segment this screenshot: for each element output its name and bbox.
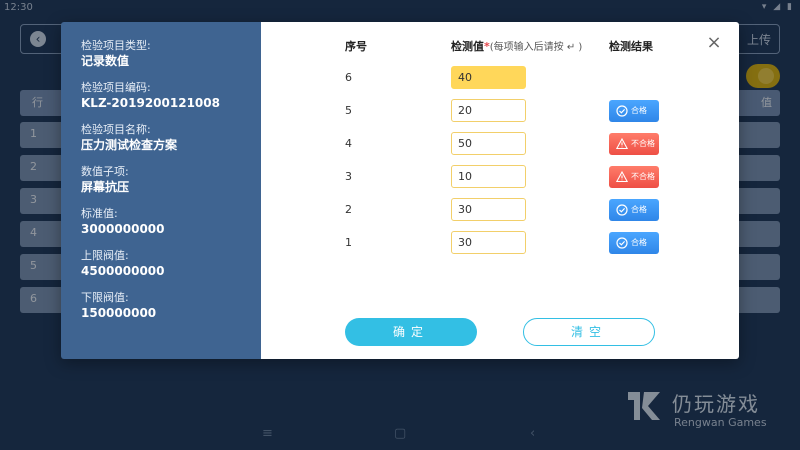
header-value-hint: (每项输入后请按 ↵ ) <box>489 42 583 53</box>
result-pass-badge: 合格 <box>609 199 659 221</box>
measurement-row: 6 <box>261 66 739 90</box>
measured-value-input[interactable] <box>451 66 526 89</box>
measured-value-input[interactable] <box>451 165 526 188</box>
info-label: 检验项目编码: <box>81 81 151 94</box>
header-result: 检测结果 <box>609 40 653 53</box>
measured-value-input[interactable] <box>451 198 526 221</box>
header-measured-value: 检测值*(每项输入后请按 ↵ ) <box>451 38 582 54</box>
info-item: 检验项目类型: 记录数值 <box>81 38 261 70</box>
measurement-row: 3 不合格 <box>261 165 739 189</box>
info-label: 检验项目类型: <box>81 39 151 52</box>
measurement-row: 2 合格 <box>261 198 739 222</box>
result-label: 合格 <box>631 205 647 214</box>
info-item: 检验项目编码: KLZ-2019200121008 <box>81 80 261 112</box>
result-fail-badge: 不合格 <box>609 166 659 188</box>
info-value: 4500000000 <box>81 264 165 278</box>
confirm-button[interactable]: 确定 <box>345 318 477 346</box>
info-value: 3000000000 <box>81 222 165 236</box>
measurement-panel: 序号 检测值*(每项输入后请按 ↵ ) 检测结果 × 6 5 合格 4 不合格 <box>261 22 739 359</box>
info-label: 下限阀值: <box>81 291 129 304</box>
inspection-dialog: 检验项目类型: 记录数值 检验项目编码: KLZ-2019200121008 检… <box>61 22 739 359</box>
check-circle-icon <box>616 204 628 216</box>
check-circle-icon <box>616 237 628 249</box>
info-value: 150000000 <box>81 306 157 320</box>
row-serial-no: 6 <box>345 71 352 84</box>
info-value: KLZ-2019200121008 <box>81 96 220 110</box>
measured-value-input[interactable] <box>451 132 526 155</box>
warning-icon <box>616 138 628 150</box>
info-value: 压力测试检查方案 <box>81 138 178 152</box>
header-value-label: 检测值 <box>451 40 484 53</box>
info-item: 上限阀值: 4500000000 <box>81 248 261 280</box>
info-value: 记录数值 <box>81 54 130 68</box>
result-label: 合格 <box>631 238 647 247</box>
info-label: 标准值: <box>81 207 118 220</box>
info-label: 上限阀值: <box>81 249 129 262</box>
measured-value-input[interactable] <box>451 99 526 122</box>
measurement-row: 4 不合格 <box>261 132 739 156</box>
result-pass-badge: 合格 <box>609 232 659 254</box>
measured-value-input[interactable] <box>451 231 526 254</box>
close-icon[interactable]: × <box>705 34 723 52</box>
row-serial-no: 1 <box>345 236 352 249</box>
info-label: 数值子项: <box>81 165 129 178</box>
row-serial-no: 3 <box>345 170 352 183</box>
info-label: 检验项目名称: <box>81 123 151 136</box>
info-item: 数值子项: 屏幕抗压 <box>81 164 261 196</box>
row-serial-no: 5 <box>345 104 352 117</box>
inspection-info-panel: 检验项目类型: 记录数值 检验项目编码: KLZ-2019200121008 检… <box>61 22 261 359</box>
clear-button[interactable]: 清空 <box>523 318 655 346</box>
info-item: 检验项目名称: 压力测试检查方案 <box>81 122 261 154</box>
row-serial-no: 2 <box>345 203 352 216</box>
warning-icon <box>616 171 628 183</box>
result-label: 合格 <box>631 106 647 115</box>
result-fail-badge: 不合格 <box>609 133 659 155</box>
header-serial-no: 序号 <box>345 40 367 53</box>
info-item: 标准值: 3000000000 <box>81 206 261 238</box>
info-item: 下限阀值: 150000000 <box>81 290 261 322</box>
check-circle-icon <box>616 105 628 117</box>
info-value: 屏幕抗压 <box>81 180 130 194</box>
measurement-row: 5 合格 <box>261 99 739 123</box>
result-pass-badge: 合格 <box>609 100 659 122</box>
row-serial-no: 4 <box>345 137 352 150</box>
result-label: 不合格 <box>631 139 655 148</box>
measurement-row: 1 合格 <box>261 231 739 255</box>
result-label: 不合格 <box>631 172 655 181</box>
